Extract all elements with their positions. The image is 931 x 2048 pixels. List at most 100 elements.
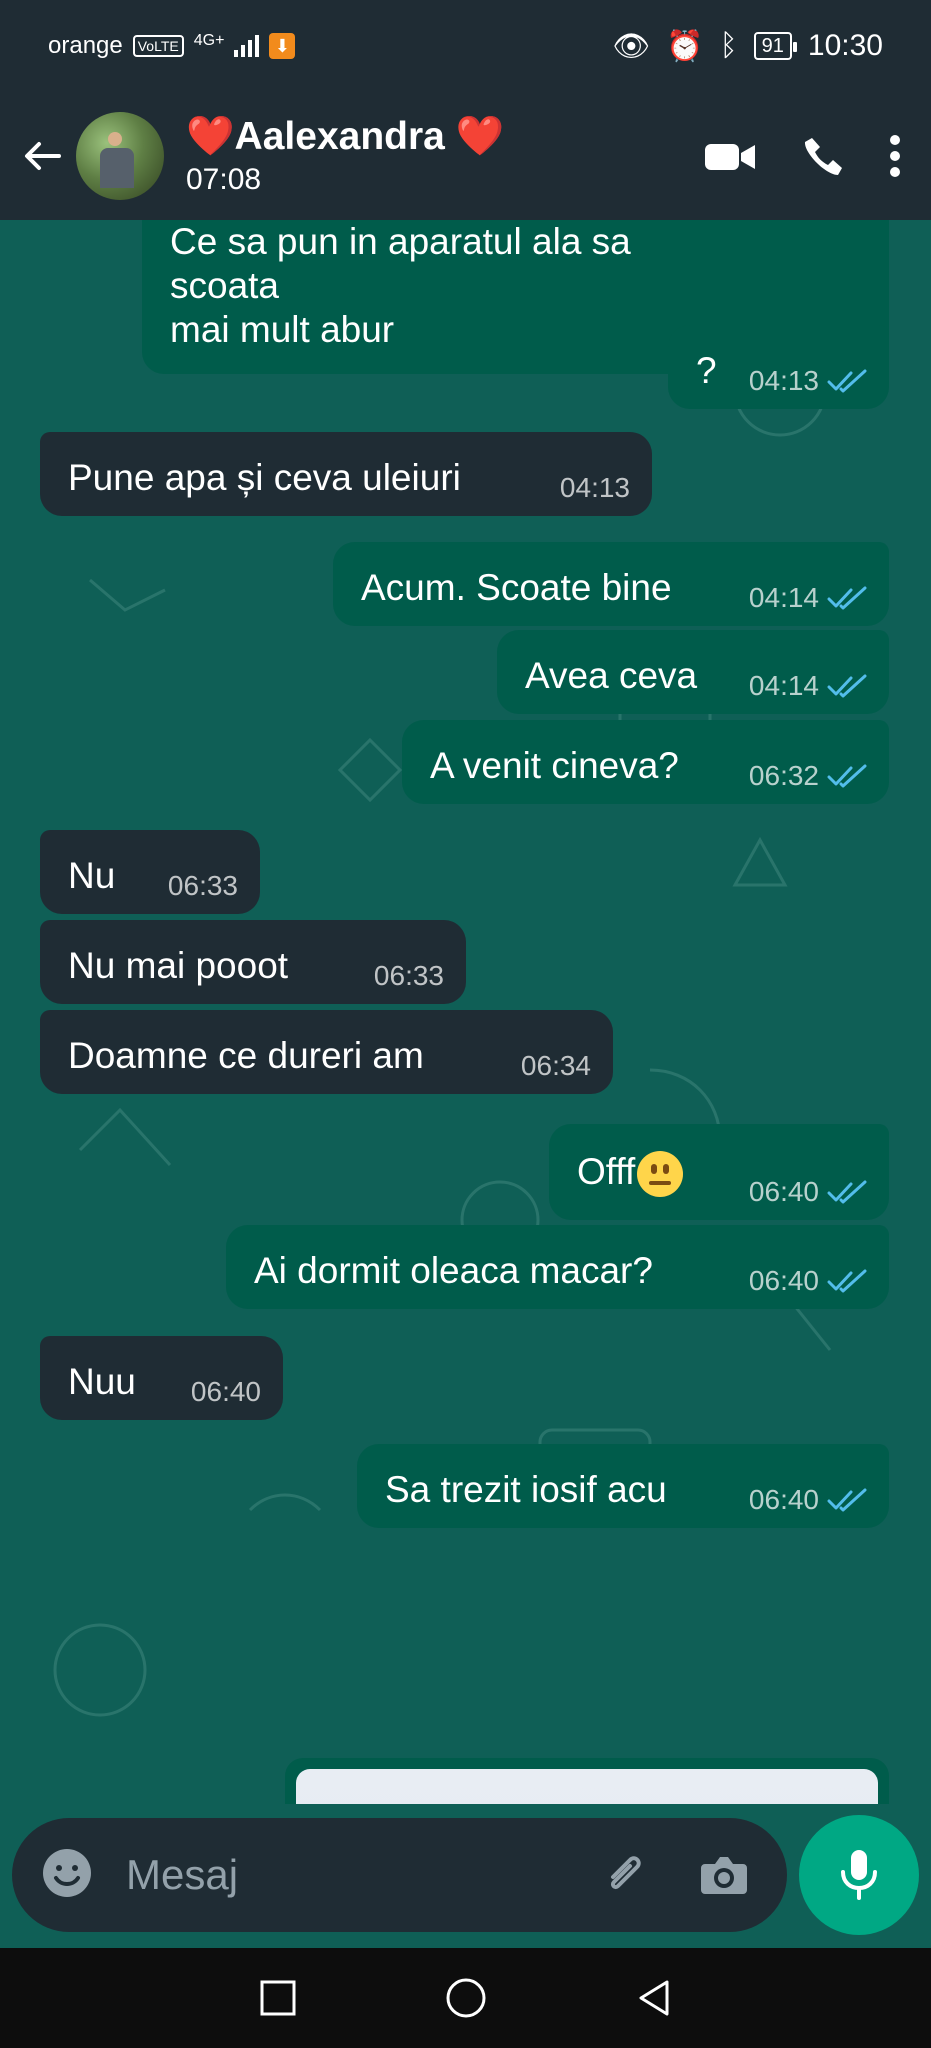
clock: 10:30	[807, 29, 883, 62]
emoji-button[interactable]	[40, 1846, 94, 1905]
home-button[interactable]	[442, 1974, 490, 2022]
message-time: 04:14	[748, 670, 819, 701]
message-meta: 04:13	[560, 472, 630, 504]
message-text: Doamne ce dureri am	[68, 1035, 424, 1076]
video-call-button[interactable]	[703, 136, 759, 176]
triangle-back-icon	[639, 1980, 668, 2016]
microphone-icon	[841, 1850, 877, 1900]
camera-button[interactable]	[697, 1852, 751, 1898]
message-meta: 06:34	[521, 1050, 591, 1082]
message-time: 06:33	[167, 870, 238, 901]
chat-header: ❤️Aalexandra ❤️ 07:08	[0, 92, 931, 220]
outgoing-message[interactable]: Offf 06:40	[549, 1124, 889, 1220]
image-preview[interactable]	[296, 1769, 878, 1804]
read-receipt-icon	[827, 1269, 867, 1293]
neutral-face-emoji-icon	[637, 1151, 684, 1198]
read-receipt-icon	[827, 674, 867, 698]
incoming-message[interactable]: Doamne ce dureri am 06:34	[40, 1010, 613, 1094]
back-arrow-icon	[25, 142, 61, 170]
message-meta: 04:13	[749, 365, 867, 397]
back-button[interactable]	[12, 125, 74, 187]
emoji-icon	[43, 1848, 91, 1897]
composer-actions	[599, 1849, 751, 1901]
outgoing-message[interactable]: Avea ceva 04:14	[497, 630, 889, 714]
message-meta: 04:14	[749, 670, 867, 702]
square-icon	[260, 1980, 295, 2016]
message-time: 06:40	[748, 1265, 819, 1296]
outgoing-message[interactable]: Sa trezit iosif acu 06:40	[357, 1444, 889, 1528]
notification-app-icon: ⬇	[269, 33, 296, 59]
system-navigation-bar	[0, 1948, 931, 2048]
message-text: Ai dormit oleaca macar?	[254, 1250, 653, 1291]
outgoing-message[interactable]: Ai dormit oleaca macar? 06:40	[226, 1225, 889, 1309]
alarm-icon: ⏰	[666, 29, 704, 63]
message-time: 04:13	[559, 472, 630, 503]
back-navigation-button[interactable]	[630, 1974, 678, 2022]
message-text: Offf	[577, 1150, 729, 1198]
signal-icon	[234, 35, 260, 57]
read-receipt-icon	[827, 764, 867, 788]
chat-area[interactable]: Ce sa pun in aparatul ala sa scoata mai …	[0, 220, 931, 1804]
eye-icon: 👁	[612, 29, 651, 63]
message-text: Nu	[68, 855, 116, 896]
image-message[interactable]	[285, 1758, 889, 1804]
message-composer: Mesaj	[12, 1818, 787, 1932]
battery-indicator: 91	[753, 32, 798, 60]
voice-message-button[interactable]	[799, 1815, 919, 1935]
read-receipt-icon	[827, 369, 867, 393]
message-input[interactable]: Mesaj	[126, 1851, 238, 1899]
contact-name: ❤️Aalexandra ❤️	[186, 115, 505, 158]
message-text: Sa trezit iosif acu	[385, 1469, 667, 1510]
message-time: 06:33	[373, 960, 444, 991]
message-meta: 06:40	[749, 1484, 867, 1516]
message-text: Pune apa și ceva uleiuri	[68, 457, 461, 498]
camera-icon	[701, 1857, 747, 1894]
bluetooth-icon: ᛒ	[719, 29, 738, 62]
attach-button[interactable]	[599, 1849, 651, 1901]
header-actions	[703, 132, 903, 180]
outgoing-message[interactable]: A venit cineva? 06:32	[402, 720, 889, 804]
incoming-message[interactable]: Pune apa și ceva uleiuri 04:13	[40, 432, 652, 516]
recent-apps-button[interactable]	[254, 1974, 302, 2022]
outgoing-message[interactable]: Acum. Scoate bine 04:14	[333, 542, 889, 626]
message-meta: 06:40	[749, 1265, 867, 1297]
message-time: 04:13	[748, 365, 819, 396]
more-options-button[interactable]	[887, 132, 903, 180]
message-text: Ce sa pun in aparatul ala sa scoata mai …	[170, 221, 631, 350]
message-text: A venit cineva?	[430, 745, 679, 786]
incoming-message[interactable]: Nuu 06:40	[40, 1336, 283, 1420]
message-time: 06:32	[748, 760, 819, 791]
message-time: 06:40	[748, 1176, 819, 1207]
phone-icon	[804, 138, 842, 175]
read-receipt-icon	[827, 1180, 867, 1204]
message-text: Nu mai pooot	[68, 945, 289, 986]
carrier-name: orange	[48, 32, 123, 59]
paperclip-icon	[610, 1856, 641, 1890]
message-text: Nuu	[68, 1361, 136, 1402]
incoming-message[interactable]: Nu mai pooot 06:33	[40, 920, 466, 1004]
read-receipt-icon	[827, 586, 867, 610]
message-meta: 06:33	[168, 870, 238, 902]
volte-badge: VoLTE	[132, 35, 184, 57]
video-call-icon	[705, 144, 755, 170]
message-text: Acum. Scoate bine	[361, 567, 672, 608]
avatar[interactable]	[76, 112, 164, 200]
incoming-message[interactable]: Nu 06:33	[40, 830, 260, 914]
read-receipt-icon	[827, 1488, 867, 1512]
network-type: 4G+	[193, 32, 225, 49]
message-meta: 06:33	[374, 960, 444, 992]
message-time: 06:34	[520, 1050, 591, 1081]
message-meta: 06:40	[749, 1176, 867, 1208]
status-left: orange VoLTE 4G+ ⬇	[48, 32, 296, 60]
more-vertical-icon	[890, 135, 900, 177]
voice-call-button[interactable]	[799, 132, 847, 180]
message-time: 04:14	[748, 582, 819, 613]
message-meta: 06:32	[749, 760, 867, 792]
status-bar: orange VoLTE 4G+ ⬇ 👁 ⏰ ᛒ 91 10:30	[0, 0, 931, 92]
message-time: 06:40	[190, 1376, 261, 1407]
last-seen: 07:08	[186, 163, 262, 196]
outgoing-message[interactable]: ? 04:13	[668, 325, 889, 409]
message-meta: 04:14	[749, 582, 867, 614]
contact-info[interactable]: ❤️Aalexandra ❤️ 07:08	[186, 114, 703, 198]
message-time: 06:40	[748, 1484, 819, 1515]
